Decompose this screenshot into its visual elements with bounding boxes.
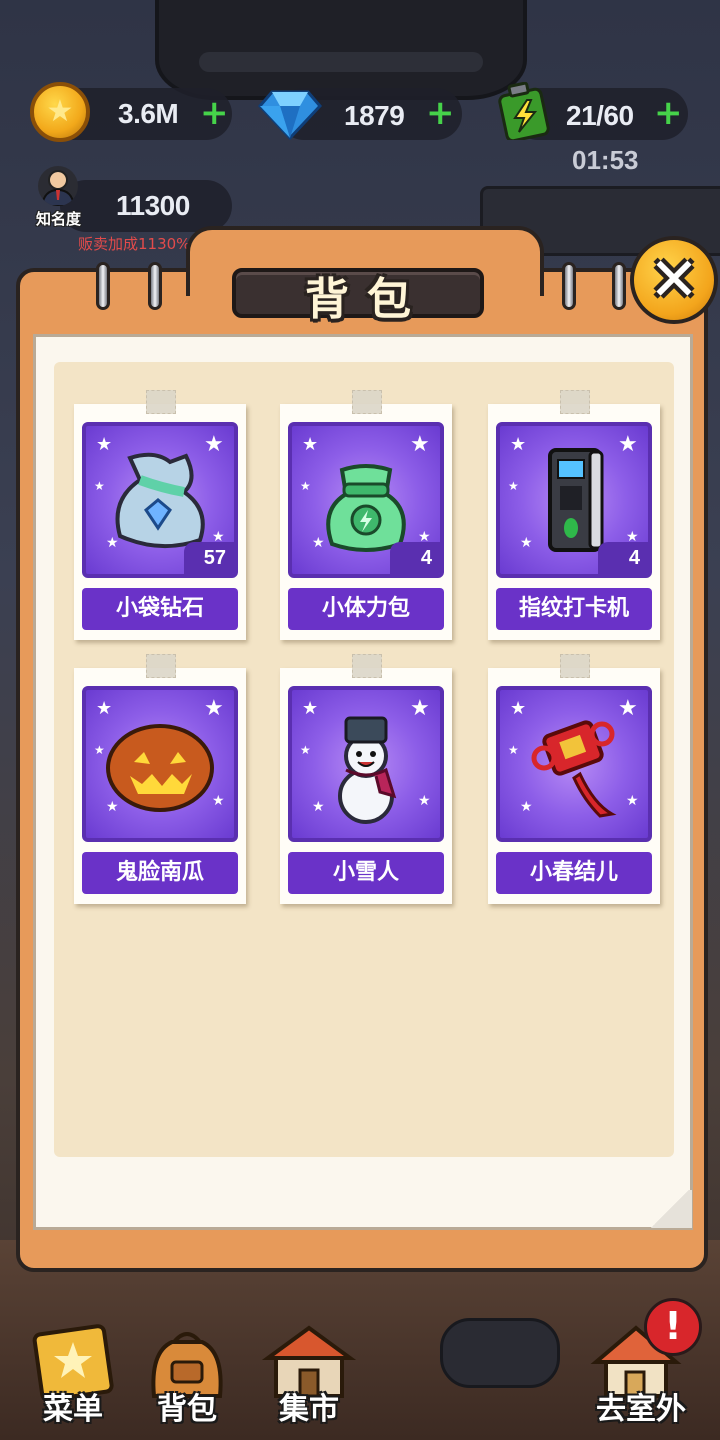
- add-energy-button[interactable]: +: [654, 96, 683, 130]
- game-controller-prop: [440, 1318, 560, 1388]
- item-slot[interactable]: ★ ★ ★ ★ ★ 4: [288, 422, 444, 578]
- panel-title-plate: 背包: [232, 268, 484, 325]
- inventory-item-card[interactable]: ★ ★ ★ ★ ★ 4 小体力包: [280, 390, 452, 640]
- close-button[interactable]: ✕: [630, 236, 718, 324]
- inventory-item-card[interactable]: ★ ★ ★ ★ ★ 小雪人: [280, 654, 452, 904]
- panel-title: 背包: [305, 274, 429, 325]
- manager-avatar-icon: [38, 166, 78, 206]
- coin-icon: ★: [30, 82, 90, 142]
- item-slot[interactable]: ★ ★ ★ ★ ★ 57: [82, 422, 238, 578]
- energy-timer: 01:53: [572, 145, 639, 175]
- item-name: 小袋钻石: [82, 588, 238, 630]
- jack-o-lantern-icon: [106, 724, 214, 812]
- gem-value: 1879: [344, 100, 405, 131]
- item-count: 57: [184, 542, 234, 574]
- sell-bonus-text: 贩卖加成1130%: [78, 235, 191, 253]
- nav-bag-label: 背包: [157, 1392, 217, 1427]
- add-gems-button[interactable]: +: [426, 96, 455, 130]
- coin-value: 3.6M: [118, 98, 179, 129]
- energy-value: 21/60: [566, 100, 634, 131]
- tape-strip: [352, 654, 382, 678]
- inventory-item-card[interactable]: ★ ★ ★ ★ ★ 57 小袋钻石: [74, 390, 246, 640]
- diamond-icon: [258, 90, 322, 140]
- fame-label: 知名度: [36, 210, 82, 228]
- item-name: 指纹打卡机: [496, 588, 652, 630]
- tape-strip: [352, 390, 382, 414]
- chinese-knot-icon: [531, 720, 617, 818]
- item-slot[interactable]: ★ ★ ★ ★ ★: [496, 686, 652, 842]
- binder-ring: [562, 262, 576, 310]
- add-coins-button[interactable]: +: [200, 96, 229, 130]
- item-name: 小雪人: [288, 852, 444, 894]
- item-slot[interactable]: ★ ★ ★ ★ ★: [82, 686, 238, 842]
- snowman-icon: [338, 716, 397, 824]
- nav-market[interactable]: 集市: [254, 1322, 364, 1432]
- close-icon: ✕: [648, 245, 700, 315]
- inventory-item-card[interactable]: ★ ★ ★ ★ ★ 4 指纹打卡机: [488, 390, 660, 640]
- tape-strip: [560, 654, 590, 678]
- battery-icon: [498, 82, 550, 140]
- item-count: 4: [390, 542, 440, 574]
- item-name: 鬼脸南瓜: [82, 852, 238, 894]
- binder-ring: [612, 262, 626, 310]
- inventory-item-card[interactable]: ★ ★ ★ ★ ★ 鬼脸南瓜: [74, 654, 246, 904]
- fame-value: 11300: [116, 190, 190, 221]
- binder-ring: [96, 262, 110, 310]
- nav-bag[interactable]: 背包: [132, 1322, 242, 1432]
- item-name: 小春结儿: [496, 852, 652, 894]
- nav-go-outdoor-label: 去室外: [596, 1392, 686, 1427]
- item-count: 4: [598, 542, 648, 574]
- tape-strip: [146, 390, 176, 414]
- paper-curl: [648, 1190, 692, 1228]
- item-slot[interactable]: ★ ★ ★ ★ ★ 4: [496, 422, 652, 578]
- nav-menu[interactable]: 菜单: [18, 1322, 128, 1432]
- alert-badge-icon[interactable]: !: [644, 1298, 702, 1356]
- nav-menu-label: 菜单: [43, 1392, 103, 1427]
- binder-ring: [148, 262, 162, 310]
- inventory-item-card[interactable]: ★ ★ ★ ★ ★ 小春结儿: [488, 654, 660, 904]
- tape-strip: [560, 390, 590, 414]
- item-name: 小体力包: [288, 588, 444, 630]
- nav-market-label: 集市: [279, 1392, 339, 1427]
- tape-strip: [146, 654, 176, 678]
- ceiling-lamp: [155, 0, 527, 100]
- item-slot[interactable]: ★ ★ ★ ★ ★: [288, 686, 444, 842]
